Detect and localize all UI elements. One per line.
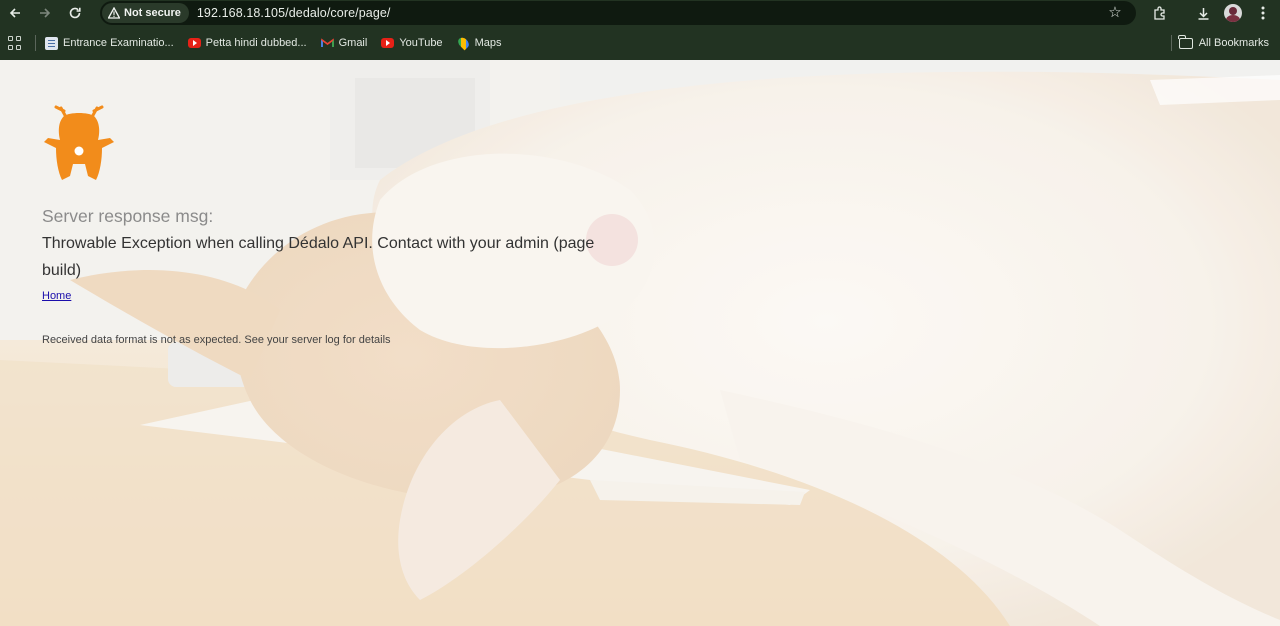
security-label: Not secure	[124, 7, 181, 19]
reload-button[interactable]	[60, 0, 90, 26]
warning-icon	[108, 7, 120, 19]
bookmark-youtube[interactable]: YouTube	[381, 37, 443, 49]
puzzle-icon	[1153, 5, 1165, 20]
error-detail-text: Received data format is not as expected.…	[42, 334, 391, 346]
download-icon	[1198, 7, 1208, 20]
bookmark-petta-hindi[interactable]: Petta hindi dubbed...	[187, 37, 307, 49]
bookmarks-divider	[1171, 35, 1172, 51]
youtube-icon	[187, 38, 201, 48]
forward-button[interactable]	[30, 0, 60, 26]
bookmark-label: Petta hindi dubbed...	[205, 37, 307, 49]
downloads-button[interactable]	[1188, 0, 1218, 26]
document-icon	[45, 36, 58, 50]
youtube-icon	[381, 38, 395, 48]
all-bookmarks-label: All Bookmarks	[1198, 37, 1269, 49]
address-bar[interactable]: Not secure 192.168.18.105/dedalo/core/pa…	[100, 1, 1136, 25]
bookmark-label: YouTube	[399, 37, 443, 49]
home-link[interactable]: Home	[42, 290, 71, 302]
response-title: Server response msg:	[42, 206, 214, 226]
browser-toolbar: Not secure 192.168.18.105/dedalo/core/pa…	[0, 0, 1280, 26]
reload-icon	[69, 7, 81, 19]
maps-icon	[455, 35, 471, 51]
menu-button[interactable]	[1248, 0, 1278, 26]
all-bookmarks-button[interactable]: All Bookmarks	[1178, 26, 1269, 60]
extensions-button[interactable]	[1144, 0, 1174, 26]
gmail-icon	[320, 38, 334, 47]
bookmarks-bar: Entrance Examinatio... Petta hindi dubbe…	[0, 26, 1280, 60]
arrow-right-icon	[40, 8, 51, 18]
bookmarks-divider	[35, 35, 36, 51]
bookmark-label: Gmail	[338, 37, 368, 49]
kebab-menu-icon	[1261, 6, 1265, 20]
security-indicator[interactable]: Not secure	[102, 3, 189, 23]
back-button[interactable]	[0, 0, 30, 26]
bookmark-star-icon[interactable]: ☆	[1106, 4, 1124, 22]
dedalo-logo-icon	[44, 105, 114, 180]
bookmark-entrance-examination[interactable]: Entrance Examinatio...	[45, 36, 174, 50]
bookmark-gmail[interactable]: Gmail	[320, 37, 368, 49]
profile-button[interactable]	[1218, 0, 1248, 26]
folder-icon	[1178, 34, 1193, 49]
bookmark-label: Entrance Examinatio...	[63, 37, 174, 49]
page-viewport: Server response msg: Throwable Exception…	[0, 60, 1280, 626]
response-message: Throwable Exception when calling Dédalo …	[42, 235, 595, 279]
bookmark-label: Maps	[474, 37, 502, 49]
arrow-left-icon	[9, 8, 20, 18]
url-text[interactable]: 192.168.18.105/dedalo/core/page/	[197, 6, 391, 20]
apps-grid-icon[interactable]	[8, 36, 22, 50]
bookmark-maps[interactable]: Maps	[455, 35, 502, 51]
avatar	[1224, 4, 1242, 22]
